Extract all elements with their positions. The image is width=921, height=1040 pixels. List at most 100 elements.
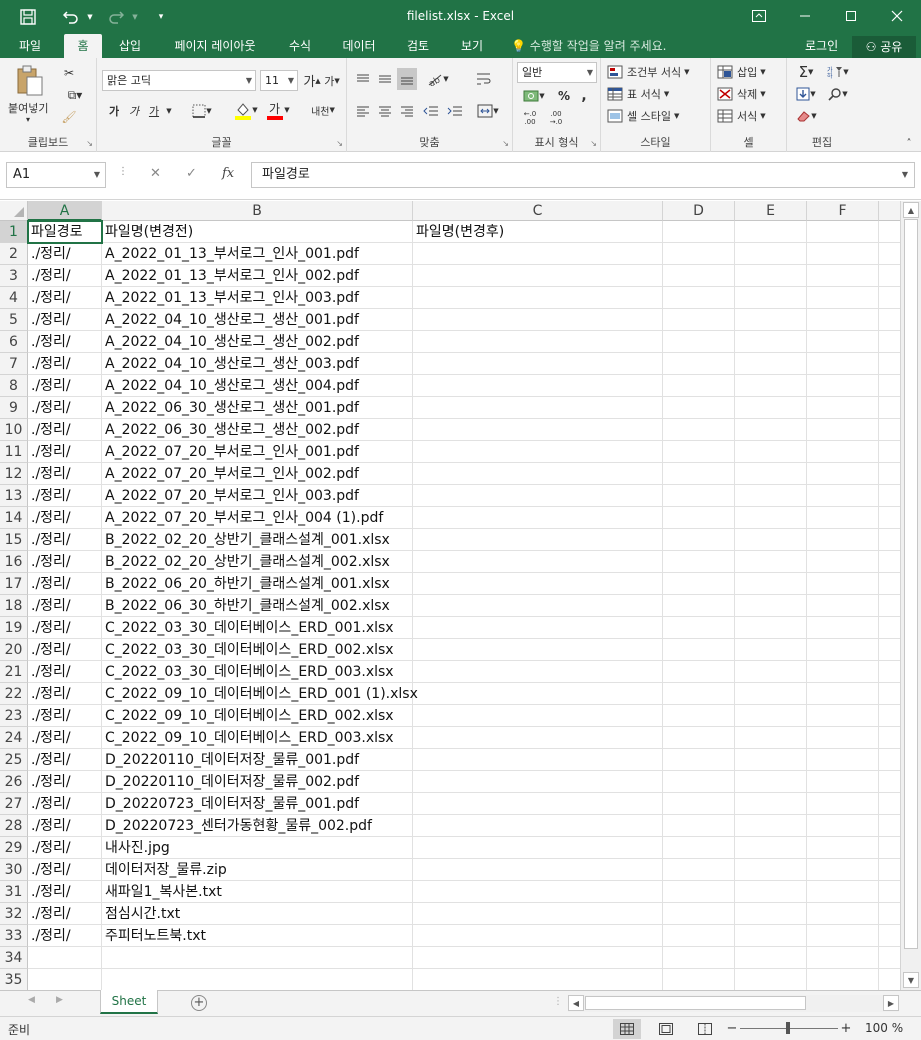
cell-a30[interactable]: ./정리/ xyxy=(28,859,102,881)
accounting-format-icon[interactable]: ▼ xyxy=(519,86,549,106)
cell-b3[interactable]: A_2022_01_13_부서로그_인사_002.pdf xyxy=(102,265,413,287)
cell-b4[interactable]: A_2022_01_13_부서로그_인사_003.pdf xyxy=(102,287,413,309)
cell-b8[interactable]: A_2022_04_10_생산로그_생산_004.pdf xyxy=(102,375,413,397)
cell-d21[interactable] xyxy=(663,661,735,683)
row-header[interactable]: 7 xyxy=(0,353,28,375)
cell-e14[interactable] xyxy=(735,507,807,529)
cell-c2[interactable] xyxy=(413,243,663,265)
cell-g25[interactable] xyxy=(879,749,900,771)
cell-e9[interactable] xyxy=(735,397,807,419)
underline-dropdown-icon[interactable]: ▼ xyxy=(164,100,174,122)
scroll-up-icon[interactable]: ▲ xyxy=(903,202,919,218)
cell-c16[interactable] xyxy=(413,551,663,573)
cell-b22[interactable]: C_2022_09_10_데이터베이스_ERD_001 (1).xlsx xyxy=(102,683,418,705)
cell-e13[interactable] xyxy=(735,485,807,507)
format-cells-button[interactable]: 서식 ▼ xyxy=(717,106,783,126)
align-left-icon[interactable] xyxy=(353,100,373,122)
select-all-button[interactable] xyxy=(0,201,28,221)
cell-f33[interactable] xyxy=(807,925,879,947)
tab-file[interactable]: 파일 xyxy=(6,34,54,58)
cell-b20[interactable]: C_2022_03_30_데이터베이스_ERD_002.xlsx xyxy=(102,639,413,661)
cell-f7[interactable] xyxy=(807,353,879,375)
cell-c30[interactable] xyxy=(413,859,663,881)
conditional-formatting-button[interactable]: 조건부 서식 ▼ xyxy=(607,62,707,82)
cell-b29[interactable]: 내사진.jpg xyxy=(102,837,413,859)
cell-d26[interactable] xyxy=(663,771,735,793)
comma-style-icon[interactable]: , xyxy=(575,86,593,106)
cell-g21[interactable] xyxy=(879,661,900,683)
format-as-table-button[interactable]: 표 서식 ▼ xyxy=(607,84,707,104)
cell-g19[interactable] xyxy=(879,617,900,639)
formula-input[interactable]: 파일경로 ▼ xyxy=(251,162,915,188)
row-header[interactable]: 15 xyxy=(0,529,28,551)
cell-c7[interactable] xyxy=(413,353,663,375)
cell-e35[interactable] xyxy=(735,969,807,990)
row-header[interactable]: 30 xyxy=(0,859,28,881)
tab-review[interactable]: 검토 xyxy=(396,34,440,58)
cell-f24[interactable] xyxy=(807,727,879,749)
cell-d29[interactable] xyxy=(663,837,735,859)
cell-d1[interactable] xyxy=(663,221,735,243)
sheet-prev-icon[interactable]: ◀ xyxy=(28,995,35,1005)
cell-d9[interactable] xyxy=(663,397,735,419)
cell-c24[interactable] xyxy=(413,727,663,749)
cell-e3[interactable] xyxy=(735,265,807,287)
cell-d5[interactable] xyxy=(663,309,735,331)
cell-d35[interactable] xyxy=(663,969,735,990)
cell-f17[interactable] xyxy=(807,573,879,595)
cell-f14[interactable] xyxy=(807,507,879,529)
cell-b25[interactable]: D_20220110_데이터저장_물류_001.pdf xyxy=(102,749,413,771)
cell-e28[interactable] xyxy=(735,815,807,837)
row-header[interactable]: 26 xyxy=(0,771,28,793)
cell-g22[interactable] xyxy=(879,683,900,705)
cell-d14[interactable] xyxy=(663,507,735,529)
cell-b32[interactable]: 점심시간.txt xyxy=(102,903,413,925)
cell-a16[interactable]: ./정리/ xyxy=(28,551,102,573)
cell-f11[interactable] xyxy=(807,441,879,463)
wrap-text-icon[interactable] xyxy=(473,68,495,90)
cell-a21[interactable]: ./정리/ xyxy=(28,661,102,683)
cell-g14[interactable] xyxy=(879,507,900,529)
cell-a27[interactable]: ./정리/ xyxy=(28,793,102,815)
cell-b12[interactable]: A_2022_07_20_부서로그_인사_002.pdf xyxy=(102,463,413,485)
cell-a14[interactable]: ./정리/ xyxy=(28,507,102,529)
row-header[interactable]: 27 xyxy=(0,793,28,815)
cell-d24[interactable] xyxy=(663,727,735,749)
cell-g23[interactable] xyxy=(879,705,900,727)
clipboard-launcher-icon[interactable]: ↘ xyxy=(86,139,93,148)
font-size-combo[interactable]: 11 ▼ xyxy=(260,70,298,91)
tab-insert[interactable]: 삽입 xyxy=(108,34,152,58)
cell-e17[interactable] xyxy=(735,573,807,595)
cell-e25[interactable] xyxy=(735,749,807,771)
cell-g31[interactable] xyxy=(879,881,900,903)
cell-f15[interactable] xyxy=(807,529,879,551)
row-header[interactable]: 14 xyxy=(0,507,28,529)
row-header[interactable]: 11 xyxy=(0,441,28,463)
cell-b2[interactable]: A_2022_01_13_부서로그_인사_001.pdf xyxy=(102,243,413,265)
cell-d18[interactable] xyxy=(663,595,735,617)
cell-a6[interactable]: ./정리/ xyxy=(28,331,102,353)
percent-style-icon[interactable]: % xyxy=(555,86,573,106)
increase-indent-icon[interactable] xyxy=(444,100,466,122)
vertical-scroll-thumb[interactable] xyxy=(904,219,918,949)
cell-f13[interactable] xyxy=(807,485,879,507)
cell-g27[interactable] xyxy=(879,793,900,815)
cell-a19[interactable]: ./정리/ xyxy=(28,617,102,639)
cell-a2[interactable]: ./정리/ xyxy=(28,243,102,265)
cell-a9[interactable]: ./정리/ xyxy=(28,397,102,419)
cell-e22[interactable] xyxy=(735,683,807,705)
cell-b11[interactable]: A_2022_07_20_부서로그_인사_001.pdf xyxy=(102,441,413,463)
clear-icon[interactable]: ▼ xyxy=(791,106,821,126)
cell-d34[interactable] xyxy=(663,947,735,969)
cell-a8[interactable]: ./정리/ xyxy=(28,375,102,397)
cell-e23[interactable] xyxy=(735,705,807,727)
cell-b35[interactable] xyxy=(102,969,413,990)
cell-g2[interactable] xyxy=(879,243,900,265)
cell-f30[interactable] xyxy=(807,859,879,881)
cell-f8[interactable] xyxy=(807,375,879,397)
worksheet-grid[interactable]: A B C D E F 1 파일경로 파일명(변경전) 파일명(변경후) 2 ./정리/A… xyxy=(0,201,900,990)
cell-g33[interactable] xyxy=(879,925,900,947)
row-header[interactable]: 24 xyxy=(0,727,28,749)
cell-f16[interactable] xyxy=(807,551,879,573)
share-button[interactable]: ⚇ 공유 xyxy=(852,36,916,58)
